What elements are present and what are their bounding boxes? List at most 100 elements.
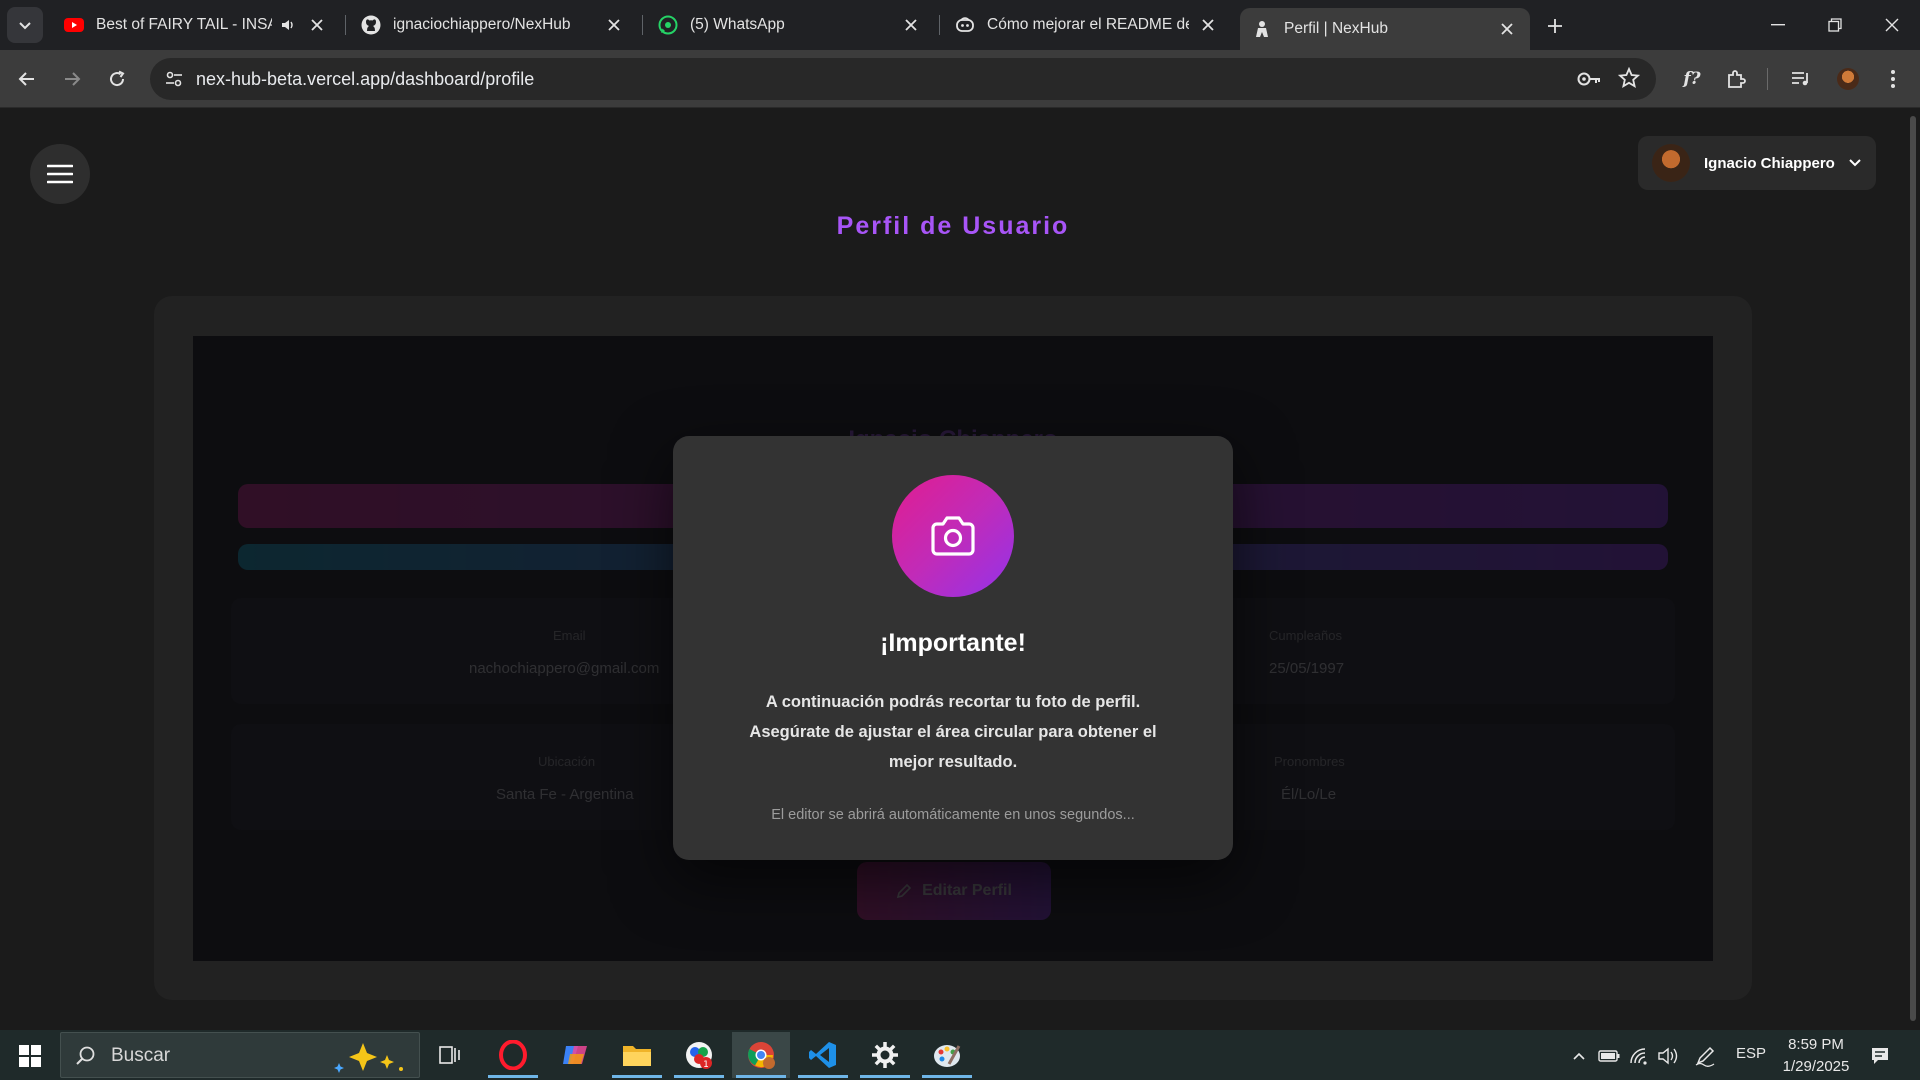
gear-icon bbox=[872, 1042, 898, 1068]
taskbar-search-box[interactable]: Buscar bbox=[60, 1032, 420, 1078]
modal-message-line: A continuación podrás recortar tu foto d… bbox=[765, 693, 1141, 711]
start-button[interactable] bbox=[12, 1038, 48, 1074]
forward-button[interactable] bbox=[54, 61, 90, 97]
page-viewport: Ignacio Chiappero Perfil de Usuario Igna… bbox=[0, 108, 1906, 1030]
user-menu-button[interactable]: Ignacio Chiappero bbox=[1638, 136, 1876, 190]
scrollbar-thumb[interactable] bbox=[1910, 116, 1916, 1021]
tab-search-button[interactable] bbox=[7, 7, 43, 43]
browser-menu-icon[interactable] bbox=[1877, 63, 1909, 95]
reload-button[interactable] bbox=[99, 61, 135, 97]
profile-avatar-icon[interactable] bbox=[1832, 63, 1864, 95]
close-tab-icon[interactable] bbox=[1197, 14, 1219, 36]
notifications-icon[interactable] bbox=[1868, 1044, 1892, 1068]
password-key-icon[interactable] bbox=[1576, 67, 1602, 91]
whatsapp-icon bbox=[658, 15, 678, 35]
keyboard-language[interactable]: ESP bbox=[1736, 1045, 1766, 1062]
close-window-button[interactable] bbox=[1863, 0, 1920, 50]
chat-app[interactable]: 1 bbox=[670, 1032, 728, 1078]
clock-date: 1/29/2025 bbox=[1782, 1058, 1850, 1075]
youtube-icon bbox=[64, 15, 84, 35]
extensions-puzzle-icon[interactable] bbox=[1720, 63, 1752, 95]
camera-icon-badge bbox=[892, 475, 1014, 597]
field-value: Santa Fe - Argentina bbox=[496, 786, 634, 803]
site-info-icon[interactable] bbox=[164, 69, 184, 89]
speaker-icon[interactable] bbox=[278, 15, 298, 35]
tab-title: ignaciochiappero/NexHub bbox=[393, 16, 571, 33]
github-icon bbox=[361, 15, 381, 35]
battery-icon[interactable] bbox=[1597, 1044, 1621, 1068]
paint-app[interactable] bbox=[918, 1032, 976, 1078]
plus-icon bbox=[1548, 19, 1562, 33]
restore-icon bbox=[1827, 18, 1842, 32]
tab-whatsapp[interactable]: (5) WhatsApp bbox=[646, 8, 934, 42]
browser-tab-strip: Best of FAIRY TAIL - INSANE ignaciochiap… bbox=[0, 0, 1920, 50]
paint-palette-icon bbox=[934, 1045, 961, 1067]
vscode-icon bbox=[809, 1042, 836, 1068]
url-text: nex-hub-beta.vercel.app/dashboard/profil… bbox=[196, 69, 535, 89]
camera-icon bbox=[931, 516, 975, 556]
address-bar[interactable]: nex-hub-beta.vercel.app/dashboard/profil… bbox=[150, 58, 1656, 100]
important-notice-modal: ¡Importante! A continuación podrás recor… bbox=[673, 436, 1233, 860]
field-value: 25/05/1997 bbox=[1269, 660, 1345, 677]
close-tab-icon[interactable] bbox=[603, 14, 625, 36]
close-tab-icon[interactable] bbox=[900, 14, 922, 36]
settings-app[interactable] bbox=[856, 1032, 914, 1078]
field-value: Él/Lo/Le bbox=[1281, 786, 1337, 803]
minimize-button[interactable] bbox=[1749, 0, 1806, 50]
modal-message-line: Asegúrate de ajustar el área circular pa… bbox=[749, 723, 1157, 741]
avatar bbox=[1652, 144, 1690, 182]
modal-message: A continuación podrás recortar tu foto d… bbox=[723, 687, 1183, 777]
field-label: Email bbox=[553, 628, 586, 643]
close-tab-icon[interactable] bbox=[1496, 18, 1518, 40]
chrome-icon bbox=[748, 1042, 775, 1069]
tab-title: Perfil | NexHub bbox=[1284, 20, 1388, 37]
back-button[interactable] bbox=[9, 61, 45, 97]
taskbar-clock[interactable]: 8:59 PM 1/29/2025 bbox=[1768, 1034, 1864, 1078]
copilot-icon bbox=[955, 15, 975, 35]
back-arrow-icon bbox=[18, 72, 34, 86]
bookmark-star-icon[interactable] bbox=[1618, 67, 1640, 89]
page-scrollbar[interactable] bbox=[1906, 108, 1920, 1030]
chevron-down-icon bbox=[1849, 159, 1861, 167]
opera-icon bbox=[499, 1040, 527, 1070]
svg-text:1: 1 bbox=[703, 1060, 709, 1070]
hamburger-menu-button[interactable] bbox=[30, 144, 90, 204]
close-tab-icon[interactable] bbox=[306, 14, 328, 36]
wifi-icon[interactable] bbox=[1627, 1044, 1651, 1068]
task-view-icon bbox=[439, 1046, 460, 1064]
modal-note: El editor se abrirá automáticamente en u… bbox=[771, 807, 1135, 823]
tray-overflow-icon[interactable] bbox=[1567, 1044, 1591, 1068]
modal-title: ¡Importante! bbox=[880, 629, 1026, 657]
modal-message-line: mejor resultado. bbox=[888, 753, 1018, 771]
file-explorer-app[interactable] bbox=[608, 1032, 666, 1078]
clock-time: 8:59 PM bbox=[1788, 1036, 1844, 1053]
new-tab-button[interactable] bbox=[1539, 10, 1571, 42]
windows-taskbar: Buscar 1 ESP 8:59 PM 1/29/2025 bbox=[0, 1030, 1920, 1080]
vscode-app[interactable] bbox=[794, 1032, 852, 1078]
copilot-app-icon bbox=[563, 1046, 587, 1064]
page-title: Perfil de Usuario bbox=[836, 212, 1070, 240]
tab-copilot[interactable]: Cómo mejorar el README de un bbox=[943, 8, 1231, 42]
media-control-icon[interactable] bbox=[1785, 63, 1817, 95]
field-label: Ubicación bbox=[538, 754, 596, 769]
opera-app[interactable] bbox=[484, 1032, 542, 1078]
tab-nexhub-active[interactable]: Perfil | NexHub bbox=[1240, 8, 1530, 50]
chevron-down-icon bbox=[19, 22, 31, 30]
chrome-app[interactable] bbox=[732, 1032, 790, 1078]
restore-button[interactable] bbox=[1806, 0, 1863, 50]
volume-icon[interactable] bbox=[1656, 1044, 1680, 1068]
task-view-button[interactable] bbox=[421, 1032, 479, 1078]
windows-logo-icon bbox=[19, 1045, 41, 1067]
search-icon bbox=[76, 1046, 95, 1065]
minimize-icon bbox=[1770, 24, 1785, 26]
browser-toolbar: nex-hub-beta.vercel.app/dashboard/profil… bbox=[0, 50, 1920, 108]
fx-extension-icon[interactable]: f? bbox=[1676, 63, 1708, 95]
user-name: Ignacio Chiappero bbox=[1704, 154, 1835, 172]
copilot-app[interactable] bbox=[546, 1032, 604, 1078]
folder-icon bbox=[623, 1046, 651, 1066]
field-value: nachochiappero@gmail.com bbox=[469, 660, 660, 677]
tab-youtube[interactable]: Best of FAIRY TAIL - INSANE bbox=[52, 8, 340, 42]
tab-github[interactable]: ignaciochiappero/NexHub bbox=[349, 8, 637, 42]
pen-ink-icon[interactable] bbox=[1693, 1044, 1717, 1068]
tab-title: Best of FAIRY TAIL - INSANE bbox=[96, 16, 272, 33]
